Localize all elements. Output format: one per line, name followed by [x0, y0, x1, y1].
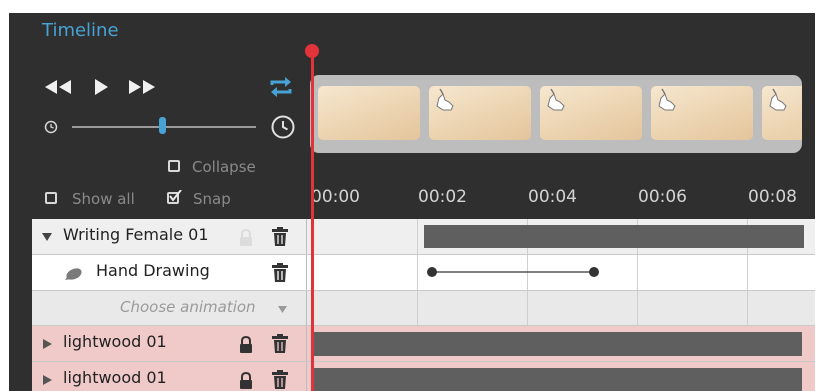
grid-line — [637, 255, 638, 290]
scene-thumbnail-strip[interactable] — [310, 75, 802, 153]
collapse-checkbox[interactable] — [168, 160, 180, 172]
grid-line — [527, 291, 528, 325]
scene-thumbnail[interactable] — [540, 86, 642, 140]
hand-icon — [436, 88, 454, 111]
track-lane[interactable] — [307, 219, 815, 254]
show-all-checkbox[interactable] — [45, 192, 57, 204]
loop-icon[interactable] — [269, 76, 293, 98]
playhead-handle[interactable] — [305, 44, 319, 58]
track-row-lightwood[interactable]: lightwood 01 — [32, 362, 815, 391]
keyframe-segment[interactable] — [425, 265, 603, 279]
choose-animation-row[interactable]: Choose animation — [32, 291, 815, 326]
scene-thumbnail[interactable] — [318, 86, 420, 140]
track-lane — [307, 291, 815, 325]
ruler-tick: 00:04 — [528, 187, 577, 207]
playhead-line[interactable] — [311, 50, 314, 391]
track-header: Hand Drawing — [32, 255, 307, 290]
grid-line — [417, 219, 418, 254]
grid-line — [417, 255, 418, 290]
pen-icon — [65, 268, 82, 280]
trash-icon[interactable] — [271, 263, 289, 282]
track-name: Writing Female 01 — [63, 225, 209, 244]
choose-animation-dropdown[interactable]: Choose animation — [120, 298, 256, 316]
track-list: Writing Female 01 Hand Drawing Choose an… — [32, 219, 815, 391]
keyframe-dot — [589, 267, 599, 277]
grid-line — [747, 291, 748, 325]
clock-small-icon — [44, 120, 58, 134]
track-row-lightwood[interactable]: lightwood 01 — [32, 326, 815, 362]
hand-icon — [769, 88, 787, 111]
timeline-panel: Timeline Collapse Show all Snap 00:00 00… — [0, 0, 824, 391]
trash-icon[interactable] — [271, 227, 289, 246]
collapsed-arrow-icon[interactable] — [43, 339, 52, 349]
panel-title: Timeline — [42, 20, 119, 41]
ruler-tick: 00:08 — [748, 187, 797, 207]
track-row-writing-female[interactable]: Writing Female 01 — [32, 219, 815, 255]
ruler-tick: 00:00 — [311, 187, 360, 207]
track-header: lightwood 01 — [32, 326, 307, 361]
checkmark-icon — [169, 190, 182, 202]
keyframe-dot — [427, 267, 437, 277]
lock-icon[interactable] — [238, 336, 254, 353]
track-row-hand-drawing[interactable]: Hand Drawing — [32, 255, 815, 291]
play-icon[interactable] — [92, 78, 110, 96]
animation-clip[interactable] — [424, 225, 804, 248]
collapsed-arrow-icon[interactable] — [43, 375, 52, 385]
animation-clip[interactable] — [311, 332, 802, 356]
grid-line — [747, 255, 748, 290]
rewind-icon[interactable] — [43, 78, 73, 96]
hand-icon — [658, 88, 676, 111]
ruler-tick: 00:06 — [638, 187, 687, 207]
track-lane[interactable] — [307, 362, 815, 391]
show-all-label: Show all — [72, 190, 135, 208]
expand-arrow-icon[interactable] — [42, 232, 52, 242]
snap-label: Snap — [193, 190, 231, 208]
track-header: Choose animation — [32, 291, 307, 325]
scene-thumbnail[interactable] — [429, 86, 531, 140]
scene-thumbnail[interactable] — [651, 86, 753, 140]
clock-large-icon — [271, 115, 295, 139]
animation-clip[interactable] — [311, 368, 802, 391]
lock-icon[interactable] — [238, 229, 254, 246]
trash-icon[interactable] — [271, 334, 289, 353]
ruler-tick: 00:02 — [418, 187, 467, 207]
hand-icon — [547, 88, 565, 111]
snap-checkbox[interactable] — [167, 190, 182, 204]
track-name: Hand Drawing — [96, 261, 210, 280]
trash-icon[interactable] — [271, 370, 289, 389]
collapse-label: Collapse — [192, 158, 256, 176]
speed-slider-thumb[interactable] — [159, 117, 166, 134]
track-header: lightwood 01 — [32, 362, 307, 391]
dropdown-arrow-icon[interactable] — [278, 306, 287, 314]
track-lane[interactable] — [307, 326, 815, 361]
track-lane[interactable] — [307, 255, 815, 290]
grid-line — [637, 291, 638, 325]
grid-line — [417, 291, 418, 325]
lock-icon[interactable] — [238, 372, 254, 389]
track-header: Writing Female 01 — [32, 219, 307, 254]
fast-forward-icon[interactable] — [127, 78, 157, 96]
scene-thumbnail[interactable] — [762, 86, 802, 140]
track-name: lightwood 01 — [63, 332, 167, 351]
track-name: lightwood 01 — [63, 368, 167, 387]
